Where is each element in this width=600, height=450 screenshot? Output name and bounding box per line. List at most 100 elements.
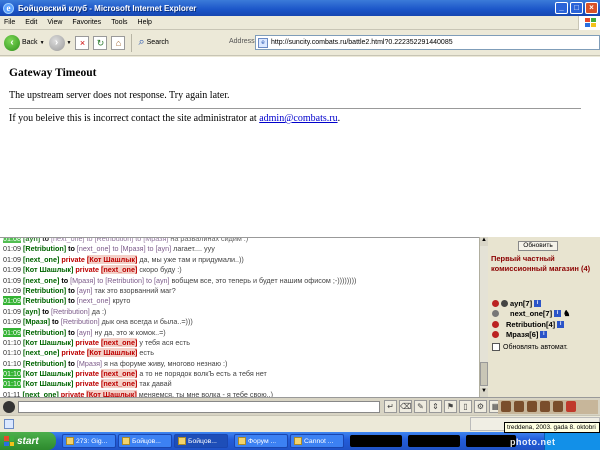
eraser-icon[interactable]: ⌫	[399, 400, 412, 413]
message-recipient[interactable]: [next_one]	[101, 265, 138, 275]
refresh-button[interactable]: Обновить	[518, 241, 558, 251]
menu-view[interactable]: View	[47, 19, 62, 26]
info-icon[interactable]	[540, 401, 550, 412]
message-recipient[interactable]: [ayn]	[77, 328, 93, 337]
message-recipient[interactable]: [next_one]	[101, 369, 138, 379]
admin-email-link[interactable]: admin@combats.ru	[259, 113, 337, 124]
send-icon[interactable]: ↵	[384, 400, 397, 413]
message-sender[interactable]: [Мразя]	[23, 317, 50, 326]
walk-icon[interactable]: ⚑	[444, 400, 457, 413]
task-button[interactable]: Форум ...	[234, 434, 288, 448]
user-item[interactable]: ayn[7] i	[492, 298, 596, 309]
message-time[interactable]: 01:10	[3, 348, 21, 357]
message-sender[interactable]: [Кот Шашлык]	[23, 379, 73, 388]
message-time[interactable]: 01:09	[3, 276, 21, 285]
message-time[interactable]: 01:10	[3, 379, 21, 389]
task-button[interactable]: Cannot ...	[290, 434, 344, 448]
message-time[interactable]: 01:09	[3, 307, 21, 316]
back-button[interactable]: ‹ Back ▼	[4, 34, 45, 51]
smiley-icon[interactable]	[3, 401, 15, 413]
message-recipient[interactable]: [Кот Шашлык]	[86, 348, 138, 358]
info-icon[interactable]: i	[534, 299, 542, 307]
chat-message-input[interactable]	[18, 401, 380, 413]
inventory-icon[interactable]	[501, 401, 511, 412]
message-time[interactable]: 01:08	[3, 238, 21, 243]
menu-tools[interactable]: Tools	[111, 19, 127, 26]
info-icon[interactable]: i	[557, 320, 565, 328]
message-sender[interactable]: [Кот Шашлык]	[23, 265, 73, 274]
message-sender[interactable]: [Retribution]	[23, 296, 66, 305]
message-recipient[interactable]: [next_one] to [Мразя] to [ayn]	[77, 244, 171, 253]
scroll-icon[interactable]: ⇕	[429, 400, 442, 413]
window-title-bar[interactable]: e Бойцовский клуб - Microsoft Internet E…	[0, 0, 600, 16]
start-button[interactable]: start	[0, 432, 56, 450]
user-name[interactable]: Мразя[6]	[506, 330, 538, 339]
message-time[interactable]: 01:11	[3, 390, 20, 397]
info-icon[interactable]: i	[554, 310, 562, 318]
message-time[interactable]: 01:09	[3, 317, 21, 326]
settings-icon[interactable]: ⚙	[474, 400, 487, 413]
message-time[interactable]: 01:09	[3, 265, 21, 274]
task-button[interactable]: Бойцов...	[118, 434, 172, 448]
search-button[interactable]: ⌕ Search	[138, 36, 168, 49]
message-recipient[interactable]: [next_one] to [Retribution] to [Мразя]	[51, 238, 168, 243]
address-url[interactable]: http://suncity.combats.ru/battle2.html?0…	[271, 39, 453, 46]
message-recipient[interactable]: [Мразя] to [Retribution] to [ayn]	[70, 276, 169, 285]
menu-favorites[interactable]: Favorites	[72, 19, 101, 26]
message-recipient[interactable]: [Мразя]	[77, 359, 102, 368]
message-recipient[interactable]: [Retribution]	[61, 317, 100, 326]
stop-icon[interactable]: ×	[75, 35, 90, 50]
scroll-thumb[interactable]	[480, 362, 488, 386]
message-sender[interactable]: [next_one]	[23, 348, 59, 357]
mail-icon[interactable]	[553, 401, 563, 412]
message-sender[interactable]: [next_one]	[22, 390, 58, 397]
message-sender[interactable]: [next_one]	[23, 255, 59, 264]
message-sender[interactable]: [ayn]	[23, 307, 40, 316]
menu-help[interactable]: Help	[138, 19, 152, 26]
map-icon[interactable]	[514, 401, 524, 412]
filter-icon[interactable]: ✎	[414, 400, 427, 413]
door-icon[interactable]: ▯	[459, 400, 472, 413]
user-item[interactable]: next_one[7] i ♞	[492, 309, 596, 320]
address-bar[interactable]: e http://suncity.combats.ru/battle2.html…	[255, 35, 600, 50]
message-time[interactable]: 01:09	[3, 244, 21, 253]
message-time[interactable]: 01:10	[3, 359, 21, 368]
message-recipient[interactable]: [next_one]	[77, 296, 111, 305]
task-button[interactable]: 273: Gig...	[62, 434, 116, 448]
message-sender[interactable]: [Retribution]	[23, 359, 66, 368]
message-sender[interactable]: [Retribution]	[23, 328, 66, 337]
auto-refresh-option[interactable]: Обновлять автомат.	[492, 343, 568, 351]
close-button[interactable]: ×	[585, 2, 598, 14]
message-time[interactable]: 01:09	[3, 296, 21, 306]
user-name[interactable]: Retribution[4]	[506, 320, 555, 329]
auto-refresh-checkbox[interactable]	[492, 343, 500, 351]
message-recipient[interactable]: [Retribution]	[51, 307, 90, 316]
message-sender[interactable]: [ayn]	[23, 238, 40, 243]
message-time[interactable]: 01:09	[3, 286, 21, 295]
menu-edit[interactable]: Edit	[25, 19, 37, 26]
message-sender[interactable]: [Кот Шашлык]	[23, 338, 73, 347]
forward-button[interactable]: › ▼	[48, 34, 71, 51]
message-recipient[interactable]: [Кот Шашлык]	[86, 254, 138, 264]
message-sender[interactable]: [Кот Шашлык]	[23, 369, 73, 378]
message-sender[interactable]: [next_one]	[23, 276, 59, 285]
user-name[interactable]: next_one[7]	[510, 309, 552, 318]
message-time[interactable]: 01:10	[3, 338, 21, 347]
user-item[interactable]: Мразя[6] i	[492, 330, 596, 341]
minimize-button[interactable]: _	[555, 2, 568, 14]
user-name[interactable]: ayn[7]	[510, 299, 532, 308]
user-item[interactable]: Retribution[4] i	[492, 319, 596, 330]
message-recipient[interactable]: [next_one]	[101, 379, 138, 389]
message-sender[interactable]: [Retribution]	[23, 244, 66, 253]
message-time[interactable]: 01:09	[3, 255, 21, 264]
message-sender[interactable]: [Retribution]	[23, 286, 66, 295]
task-button-active[interactable]: Бойцов...	[174, 434, 228, 448]
maximize-button[interactable]: □	[570, 2, 583, 14]
fight-icon[interactable]	[527, 401, 537, 412]
message-recipient[interactable]: [next_one]	[101, 337, 138, 347]
scroll-down-icon[interactable]: ▼	[480, 388, 488, 397]
chat-scrollbar[interactable]: ▲ ▼	[479, 237, 488, 397]
home-icon[interactable]: ⌂	[111, 35, 126, 50]
message-recipient[interactable]: [ayn]	[77, 286, 93, 295]
message-time[interactable]: 01:10	[3, 369, 21, 379]
